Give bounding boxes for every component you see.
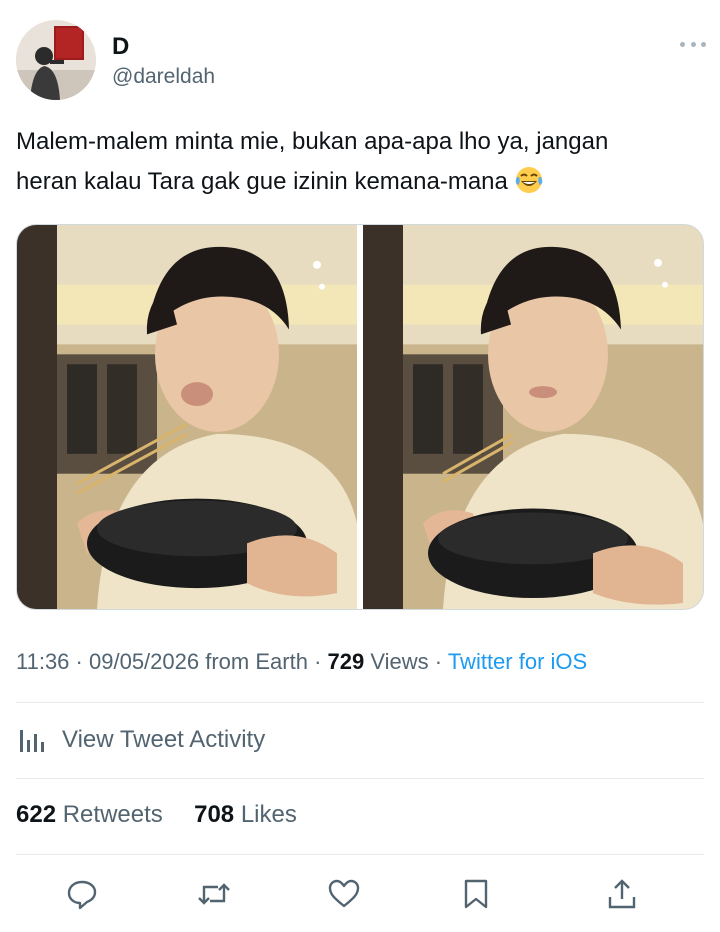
photo-2[interactable]: [363, 225, 703, 609]
divider: [16, 854, 704, 855]
bookmark-icon: [464, 879, 488, 909]
tweet-text-line: heran kalau Tara gak gue izinin kemana-m…: [16, 168, 508, 195]
dot: [680, 41, 685, 47]
bookmark-button[interactable]: [454, 872, 498, 916]
views-count: 729: [327, 649, 365, 674]
tweet-header: D @dareldah: [16, 20, 706, 102]
dot: [701, 41, 706, 47]
tweet-date[interactable]: 09/05/2026: [89, 649, 199, 674]
separator: ·: [75, 649, 89, 674]
tweet-meta: 11:36 · 09/05/2026 from Earth · 729 View…: [16, 646, 587, 678]
analytics-bars-icon: [16, 722, 48, 759]
retweets-count[interactable]: 622: [16, 801, 56, 828]
likes-label[interactable]: Likes: [241, 801, 297, 828]
photo-1[interactable]: [17, 225, 357, 609]
handle[interactable]: @dareldah: [112, 64, 215, 90]
separator: ·: [314, 649, 328, 674]
tweet-time[interactable]: 11:36: [16, 649, 69, 674]
reply-bubble-icon: [67, 880, 97, 910]
engagement-counts: 622 Retweets 708 Likes: [16, 798, 297, 832]
retweet-icon: [198, 883, 230, 905]
retweet-button[interactable]: [192, 872, 236, 916]
share-icon: [608, 879, 636, 909]
separator: ·: [434, 649, 448, 674]
likes-count[interactable]: 708: [194, 801, 234, 828]
tweet-text: Malem-malem minta mie, bukan apa-apa lho…: [16, 122, 696, 202]
action-bar: [16, 872, 704, 916]
retweets-label[interactable]: Retweets: [63, 801, 163, 828]
media-grid: [16, 224, 704, 610]
divider: [16, 702, 704, 703]
tweet-text-line-2: heran kalau Tara gak gue izinin kemana-m…: [16, 162, 696, 202]
display-name[interactable]: D: [112, 34, 129, 60]
avatar[interactable]: [16, 20, 96, 100]
activity-label: View Tweet Activity: [62, 726, 266, 753]
views-label: Views: [370, 649, 429, 674]
tweet-text-line: Malem-malem minta mie, bukan apa-apa lho…: [16, 128, 609, 155]
source-link[interactable]: Twitter for iOS: [448, 649, 587, 674]
laughing-tears-emoji-icon: [514, 165, 544, 195]
more-horizontal-icon[interactable]: [680, 32, 706, 56]
dot: [690, 41, 696, 47]
tweet-location: from Earth: [205, 649, 308, 674]
share-button[interactable]: [600, 872, 644, 916]
heart-icon: [328, 879, 360, 908]
divider: [16, 778, 704, 779]
like-button[interactable]: [322, 872, 366, 916]
reply-button[interactable]: [60, 872, 104, 916]
view-tweet-activity[interactable]: View Tweet Activity: [16, 718, 265, 762]
